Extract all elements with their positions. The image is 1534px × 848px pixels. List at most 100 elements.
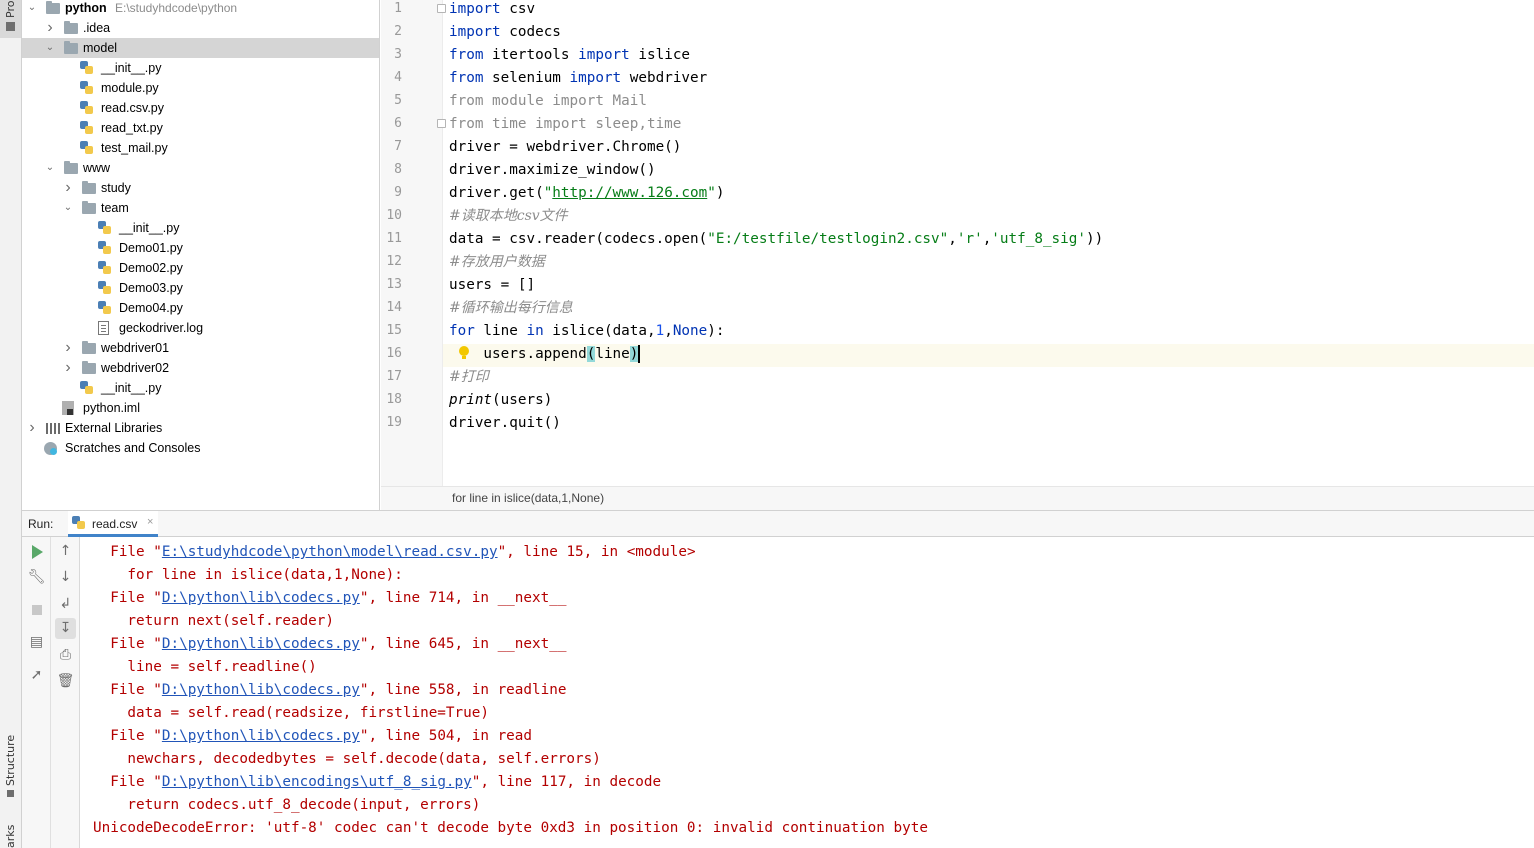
tree-item[interactable]: Demo03.py [22, 278, 379, 298]
scroll-to-end-button[interactable]: ↧ [55, 618, 76, 639]
code-token: import [569, 70, 622, 86]
code-line[interactable]: for line in islice(data,1,None): [449, 321, 1534, 344]
code-line[interactable]: users.append(line) [443, 344, 1534, 367]
run-tab-read-csv[interactable]: read.csv × [68, 511, 158, 537]
chevron-right-icon[interactable]: › [62, 358, 74, 378]
tree-item[interactable]: geckodriver.log [22, 318, 379, 338]
clear-all-button[interactable]: 🗑︎ [55, 671, 76, 692]
tree-item[interactable]: __init__.py [22, 378, 379, 398]
tree-item[interactable]: ⌄ model [22, 38, 379, 58]
tree-item[interactable]: Demo02.py [22, 258, 379, 278]
tree-item[interactable]: read.csv.py [22, 98, 379, 118]
project-tool-tab[interactable]: Pro [0, 0, 21, 38]
python-file-icon [98, 261, 111, 275]
tree-item[interactable]: › webdriver01 [22, 338, 379, 358]
modify-run-config-button[interactable]: 🔧︎ [26, 567, 47, 588]
folder-icon [64, 41, 78, 54]
code-line[interactable]: print(users) [449, 390, 1534, 413]
editor-breadcrumb[interactable]: for line in islice(data,1,None) [381, 486, 1534, 510]
stop-button[interactable] [26, 599, 47, 620]
tree-item[interactable]: Demo04.py [22, 298, 379, 318]
tree-item[interactable]: read_txt.py [22, 118, 379, 138]
chevron-right-icon[interactable]: › [44, 18, 56, 38]
structure-tab-label: Structure [4, 734, 17, 786]
soft-wrap-button[interactable]: ↲ [55, 594, 76, 615]
scroll-up-button[interactable]: ↑ [55, 541, 76, 562]
fold-icon[interactable] [437, 119, 446, 128]
tree-item-label: webdriver01 [101, 341, 170, 355]
chevron-down-icon[interactable]: ⌄ [62, 198, 74, 218]
tree-item[interactable]: › study [22, 178, 379, 198]
chevron-down-icon[interactable]: ⌄ [26, 0, 38, 18]
console-text: File " [93, 728, 162, 744]
rerun-button[interactable] [26, 541, 47, 562]
code-line[interactable]: from module import Mail [449, 91, 1534, 114]
code-area[interactable]: import csv import codecs from itertools im… [443, 0, 1534, 486]
tree-item[interactable]: __init__.py [22, 58, 379, 78]
text-caret [638, 345, 641, 363]
tree-item[interactable]: › webdriver02 [22, 358, 379, 378]
code-line[interactable]: driver.get("http://www.126.com") [449, 183, 1534, 206]
lightbulb-icon[interactable] [459, 346, 469, 362]
tree-item[interactable]: Scratches and Consoles [22, 438, 379, 458]
file-link[interactable]: D:\python\lib\codecs.py [162, 590, 360, 606]
file-link[interactable]: D:\python\lib\codecs.py [162, 682, 360, 698]
console-output[interactable]: File " E:\studyhdcode\python\model\read.c… [80, 537, 1534, 848]
scroll-down-button[interactable]: ↓ [55, 567, 76, 588]
code-token: csv [500, 1, 536, 17]
code-token: import [578, 47, 630, 63]
code-line[interactable]: from selenium import webdriver [449, 68, 1534, 91]
code-line[interactable]: import codecs [449, 22, 1534, 45]
tree-item[interactable]: test_mail.py [22, 138, 379, 158]
file-link[interactable]: E:\studyhdcode\python\model\read.csv.py [162, 544, 498, 560]
code-line[interactable]: #存放用户数据 [449, 252, 1534, 275]
code-line[interactable]: #读取本地csv文件 [449, 206, 1534, 229]
tree-item[interactable]: › .idea [22, 18, 379, 38]
tree-item[interactable]: module.py [22, 78, 379, 98]
tree-item[interactable]: python.iml [22, 398, 379, 418]
code-editor[interactable]: 1 2 3 4 5 6 7 8 9 10 11 12 13 14 15 16 17 18 19 import csv… [381, 0, 1534, 510]
code-line[interactable]: data = csv.reader(codecs.open("E:/testfi… [449, 229, 1534, 252]
run-tab-label: read.csv [92, 517, 138, 531]
code-token: None [672, 323, 708, 339]
file-link[interactable]: D:\python\lib\codecs.py [162, 636, 360, 652]
chevron-right-icon[interactable]: › [62, 178, 74, 198]
folder-icon [82, 201, 96, 214]
code-token: , [982, 231, 992, 247]
url-link[interactable]: http://www.126.com [552, 185, 707, 201]
code-line[interactable]: driver = webdriver.Chrome() [449, 137, 1534, 160]
tree-item[interactable]: __init__.py [22, 218, 379, 238]
line-number: 2 [394, 24, 402, 39]
print-button[interactable]: ⎙ [55, 645, 76, 666]
code-line[interactable]: from itertools import islice [449, 45, 1534, 68]
chevron-right-icon[interactable]: › [62, 338, 74, 358]
tree-item[interactable]: ⌄ team [22, 198, 379, 218]
code-line[interactable]: driver.quit() [449, 413, 1534, 436]
fold-icon[interactable] [437, 4, 446, 13]
close-icon[interactable]: × [147, 516, 153, 528]
console-text: return next(self.reader) [93, 613, 335, 629]
code-token: driver.get( [449, 185, 544, 201]
tree-item[interactable]: ⌄ python E:\studyhdcode\python [22, 0, 379, 18]
code-line[interactable]: users = [] [449, 275, 1534, 298]
console-text: ", line 117, in decode [471, 774, 662, 790]
bookmarks-tool-tab[interactable]: arks [0, 812, 21, 848]
code-line[interactable]: #打印 [449, 367, 1534, 390]
pin-tab-button[interactable]: ➚ [26, 665, 47, 686]
file-link[interactable]: D:\python\lib\codecs.py [162, 728, 360, 744]
structure-tool-tab[interactable]: Structure [0, 730, 21, 805]
code-line[interactable]: from time import sleep,time [449, 114, 1534, 137]
tree-item[interactable]: Demo01.py [22, 238, 379, 258]
file-link[interactable]: D:\python\lib\encodings\utf_8_sig.py [162, 774, 472, 790]
chevron-down-icon[interactable]: ⌄ [44, 38, 56, 58]
chevron-right-icon[interactable]: › [26, 418, 38, 438]
trash-icon: 🗑︎ [56, 673, 75, 689]
tree-item[interactable]: ⌄ www [22, 158, 379, 178]
code-line[interactable]: driver.maximize_window() [449, 160, 1534, 183]
layout-button[interactable]: ▤ [26, 632, 47, 653]
tree-item[interactable]: › External Libraries [22, 418, 379, 438]
code-line[interactable]: #循环输出每行信息 [449, 298, 1534, 321]
line-number: 4 [394, 70, 402, 85]
code-line[interactable]: import csv [449, 0, 1534, 22]
chevron-down-icon[interactable]: ⌄ [44, 158, 56, 178]
